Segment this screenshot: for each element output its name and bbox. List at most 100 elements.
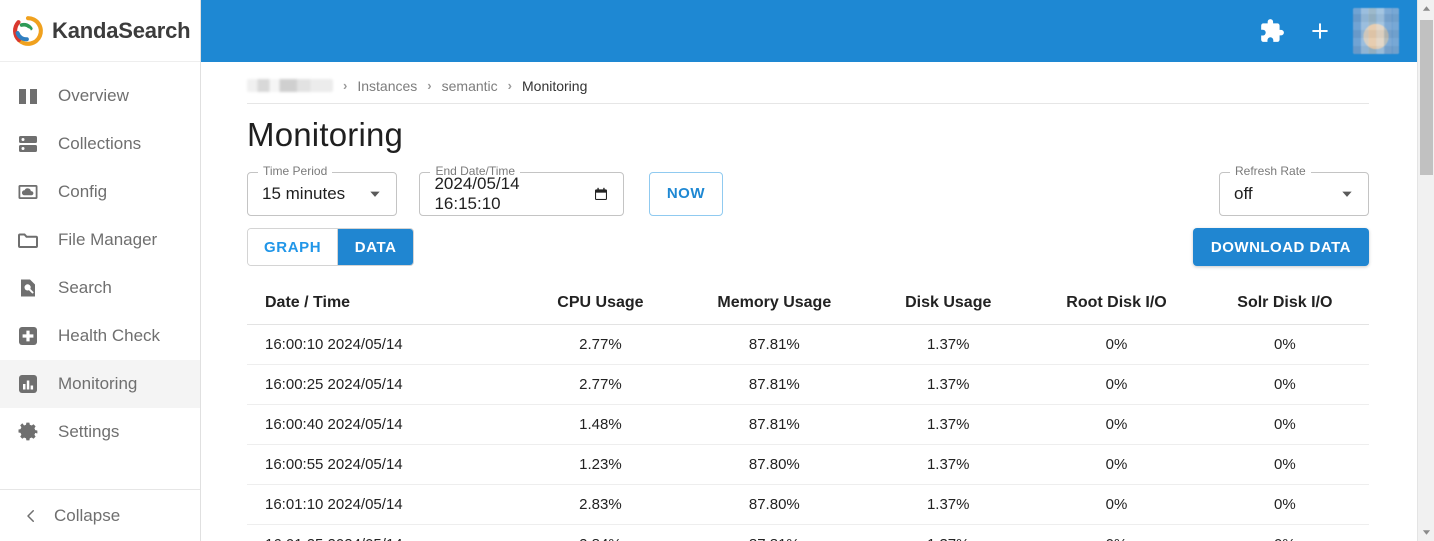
page-scrollbar[interactable] xyxy=(1417,0,1434,541)
tab-data[interactable]: DATA xyxy=(337,229,414,265)
app-root: KandaSearch Overview Collections Config … xyxy=(0,0,1434,541)
sidebar-item-health-check[interactable]: Health Check xyxy=(0,312,200,360)
breadcrumb-item-redacted[interactable] xyxy=(247,79,333,92)
time-period-select[interactable]: Time Period 15 minutes xyxy=(247,165,397,216)
sidebar-item-label: Overview xyxy=(58,86,129,105)
sidebar-item-collections[interactable]: Collections xyxy=(0,120,200,168)
sidebar-item-label: Config xyxy=(58,182,108,201)
breadcrumb-item-semantic[interactable]: semantic xyxy=(442,78,498,94)
column-header-disk-usage: Disk Usage xyxy=(864,286,1033,325)
cell-root-disk-io: 0% xyxy=(1032,484,1201,525)
now-button[interactable]: NOW xyxy=(648,172,723,216)
cell-solr-disk-io: 0% xyxy=(1200,484,1369,525)
cell-root-disk-io: 0% xyxy=(1032,524,1201,541)
column-header-datetime: Date / Time xyxy=(247,286,517,325)
brand-name: KandaSearch xyxy=(52,17,191,43)
cell-datetime: 16:00:40 2024/05/14 xyxy=(247,404,517,445)
kanda-logo-icon xyxy=(12,15,44,47)
monitoring-table: Date / Time CPU Usage Memory Usage Disk … xyxy=(247,286,1369,541)
table-row: 16:00:25 2024/05/14 2.77% 87.81% 1.37% 0… xyxy=(247,364,1369,405)
monitoring-table-container: Date / Time CPU Usage Memory Usage Disk … xyxy=(247,286,1369,541)
gear-icon xyxy=(14,418,42,446)
column-header-memory-usage: Memory Usage xyxy=(684,286,865,325)
collapse-label: Collapse xyxy=(54,505,121,525)
sidebar: KandaSearch Overview Collections Config … xyxy=(0,0,201,541)
view-toggle-row: GRAPH DATA DOWNLOAD DATA xyxy=(247,228,1417,268)
cell-cpu-usage: 2.77% xyxy=(516,324,685,365)
chevron-down-icon[interactable] xyxy=(1322,187,1354,201)
avatar[interactable] xyxy=(1353,8,1399,54)
cell-datetime: 16:01:25 2024/05/14 xyxy=(247,524,517,541)
cell-disk-usage: 1.37% xyxy=(864,484,1033,525)
main-content: › Instances › semantic › Monitoring Moni… xyxy=(201,62,1417,541)
end-datetime-label: End Date/Time xyxy=(430,165,521,177)
cell-root-disk-io: 0% xyxy=(1032,324,1201,365)
server-stack-icon xyxy=(14,130,42,158)
table-header: Date / Time CPU Usage Memory Usage Disk … xyxy=(247,286,1369,325)
table-row: 16:00:10 2024/05/14 2.77% 87.81% 1.37% 0… xyxy=(247,324,1369,365)
breadcrumb-item-monitoring: Monitoring xyxy=(522,77,588,94)
table-header-row: Date / Time CPU Usage Memory Usage Disk … xyxy=(247,286,1369,325)
sidebar-item-monitoring[interactable]: Monitoring xyxy=(0,360,200,408)
cell-solr-disk-io: 0% xyxy=(1200,444,1369,485)
cell-solr-disk-io: 0% xyxy=(1200,364,1369,405)
cell-cpu-usage: 2.83% xyxy=(516,484,685,525)
cell-datetime: 16:00:25 2024/05/14 xyxy=(247,364,517,405)
cell-datetime: 16:00:55 2024/05/14 xyxy=(247,444,517,485)
cell-solr-disk-io: 0% xyxy=(1200,404,1369,445)
cell-memory-usage: 87.81% xyxy=(684,404,865,445)
download-data-button[interactable]: DOWNLOAD DATA xyxy=(1192,228,1369,266)
sidebar-item-label: Health Check xyxy=(58,326,161,345)
end-datetime-input[interactable]: End Date/Time 2024/05/14 16:15:10 xyxy=(419,165,625,216)
breadcrumb-item-instances[interactable]: Instances xyxy=(357,78,417,94)
cell-memory-usage: 87.81% xyxy=(684,324,865,365)
table-row: 16:01:25 2024/05/14 2.84% 87.81% 1.37% 0… xyxy=(247,524,1369,541)
cell-disk-usage: 1.37% xyxy=(864,404,1033,445)
sidebar-collapse-button[interactable]: Collapse xyxy=(0,489,200,541)
cell-datetime: 16:00:10 2024/05/14 xyxy=(247,324,517,365)
cell-memory-usage: 87.81% xyxy=(684,364,865,405)
plus-icon[interactable] xyxy=(1299,10,1341,52)
page-title: Monitoring xyxy=(247,116,404,153)
scroll-down-arrow-icon[interactable] xyxy=(1418,524,1434,541)
table-row: 16:01:10 2024/05/14 2.83% 87.80% 1.37% 0… xyxy=(247,484,1369,525)
table-row: 16:00:40 2024/05/14 1.48% 87.81% 1.37% 0… xyxy=(247,404,1369,445)
calendar-icon[interactable] xyxy=(593,186,609,202)
tab-graph[interactable]: GRAPH xyxy=(248,229,338,265)
chevron-left-icon xyxy=(18,507,44,525)
cell-disk-usage: 1.37% xyxy=(864,524,1033,541)
time-period-value: 15 minutes xyxy=(262,184,346,203)
cloud-box-icon xyxy=(14,178,42,206)
cell-cpu-usage: 2.77% xyxy=(516,364,685,405)
cell-datetime: 16:01:10 2024/05/14 xyxy=(247,484,517,525)
plus-square-icon xyxy=(14,322,42,350)
sidebar-item-settings[interactable]: Settings xyxy=(0,408,200,456)
scrollbar-thumb[interactable] xyxy=(1420,20,1433,175)
cell-memory-usage: 87.81% xyxy=(684,524,865,541)
sidebar-item-overview[interactable]: Overview xyxy=(0,72,200,120)
time-period-label: Time Period xyxy=(258,165,333,177)
brand-home-link[interactable]: KandaSearch xyxy=(0,0,200,62)
sidebar-item-label: Search xyxy=(58,278,112,297)
column-header-solr-disk-io: Solr Disk I/O xyxy=(1200,286,1369,325)
breadcrumb-separator-icon: › xyxy=(507,78,512,93)
sidebar-item-search[interactable]: Search xyxy=(0,264,200,312)
sidebar-item-file-manager[interactable]: File Manager xyxy=(0,216,200,264)
table-body: 16:00:10 2024/05/14 2.77% 87.81% 1.37% 0… xyxy=(247,324,1369,541)
cell-root-disk-io: 0% xyxy=(1032,364,1201,405)
sidebar-item-label: Collections xyxy=(58,134,142,153)
refresh-rate-select[interactable]: Refresh Rate off xyxy=(1219,165,1369,216)
end-datetime-value[interactable]: 2024/05/14 16:15:10 xyxy=(434,174,587,214)
column-header-cpu-usage: CPU Usage xyxy=(516,286,685,325)
cell-solr-disk-io: 0% xyxy=(1200,324,1369,365)
cell-disk-usage: 1.37% xyxy=(864,444,1033,485)
document-search-icon xyxy=(14,274,42,302)
chevron-down-icon[interactable] xyxy=(350,187,382,201)
puzzle-piece-icon[interactable] xyxy=(1251,10,1293,52)
top-header-bar xyxy=(200,0,1417,62)
cell-root-disk-io: 0% xyxy=(1032,404,1201,445)
sidebar-item-config[interactable]: Config xyxy=(0,168,200,216)
scroll-up-arrow-icon[interactable] xyxy=(1418,0,1434,17)
sidebar-item-label: Monitoring xyxy=(58,374,138,393)
sidebar-item-label: File Manager xyxy=(58,230,158,249)
